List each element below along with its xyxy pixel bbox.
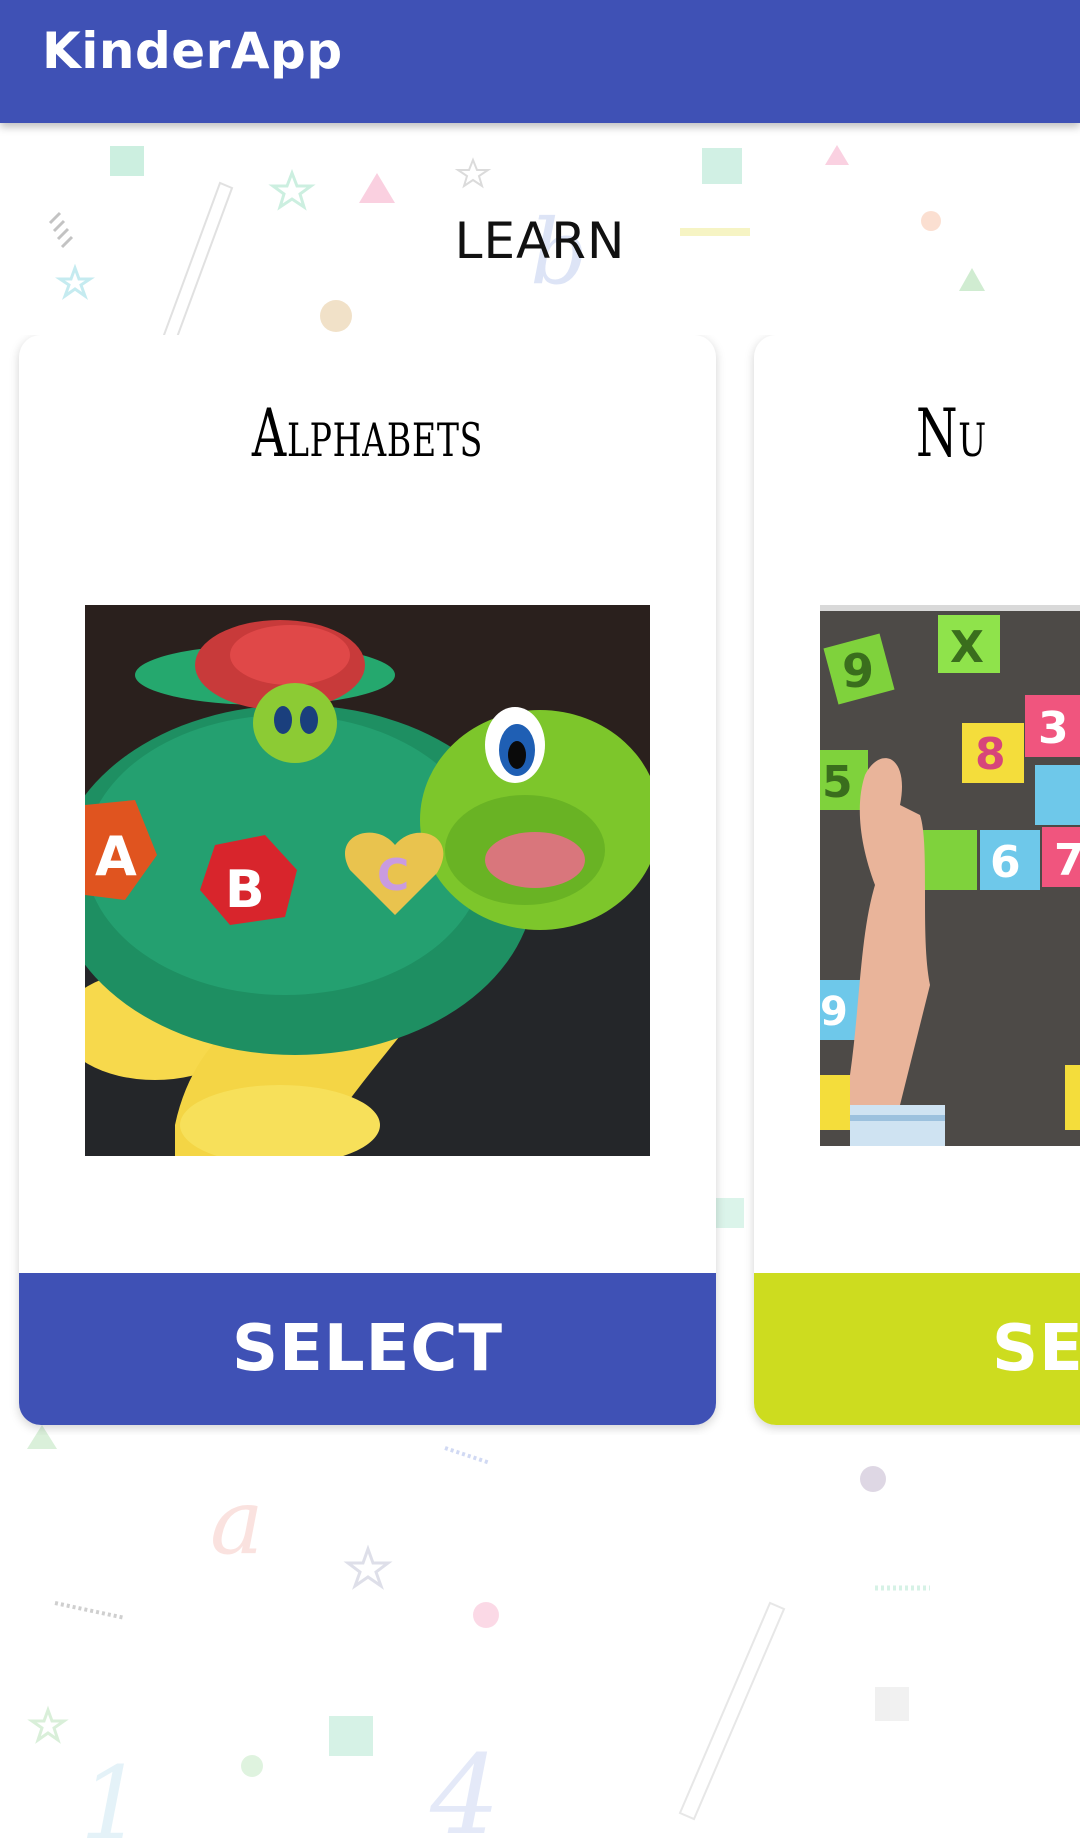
svg-text:C: C bbox=[377, 850, 409, 901]
svg-text:4: 4 bbox=[429, 1731, 500, 1842]
select-button-numbers[interactable]: SEL bbox=[754, 1273, 1080, 1425]
svg-text:6: 6 bbox=[990, 837, 1021, 888]
svg-text:9: 9 bbox=[820, 989, 848, 1035]
svg-text:3: 3 bbox=[1038, 703, 1069, 754]
svg-text:7: 7 bbox=[1054, 835, 1080, 886]
svg-text:B: B bbox=[225, 860, 265, 920]
svg-text:5: 5 bbox=[822, 757, 853, 808]
select-button-alphabets[interactable]: SELECT bbox=[19, 1273, 716, 1425]
number-tiles-image: 9 X 5 8 3 6 7 9 bbox=[820, 605, 1080, 1146]
svg-text:8: 8 bbox=[975, 729, 1006, 780]
svg-text:9: 9 bbox=[842, 644, 874, 698]
svg-text:X: X bbox=[950, 622, 984, 673]
card-numbers[interactable]: Nu 9 X 5 8 3 6 7 9 SE bbox=[754, 335, 1080, 1425]
card-title-alphabets: Alphabets bbox=[251, 395, 484, 472]
app-title: KinderApp bbox=[42, 22, 343, 80]
card-title-numbers: Nu bbox=[916, 395, 987, 472]
svg-text:a: a bbox=[210, 1470, 264, 1575]
section-title: LEARN bbox=[454, 212, 626, 270]
svg-text:1: 1 bbox=[80, 1745, 144, 1842]
svg-text:A: A bbox=[95, 825, 137, 888]
turtle-toy-image: A B C bbox=[85, 605, 650, 1156]
category-carousel[interactable]: Alphabets A B C SELECT Nu 9 X 5 8 3 6 7 … bbox=[0, 335, 1080, 1435]
app-bar: KinderApp bbox=[0, 0, 1080, 123]
card-alphabets[interactable]: Alphabets A B C SELECT bbox=[19, 335, 716, 1425]
